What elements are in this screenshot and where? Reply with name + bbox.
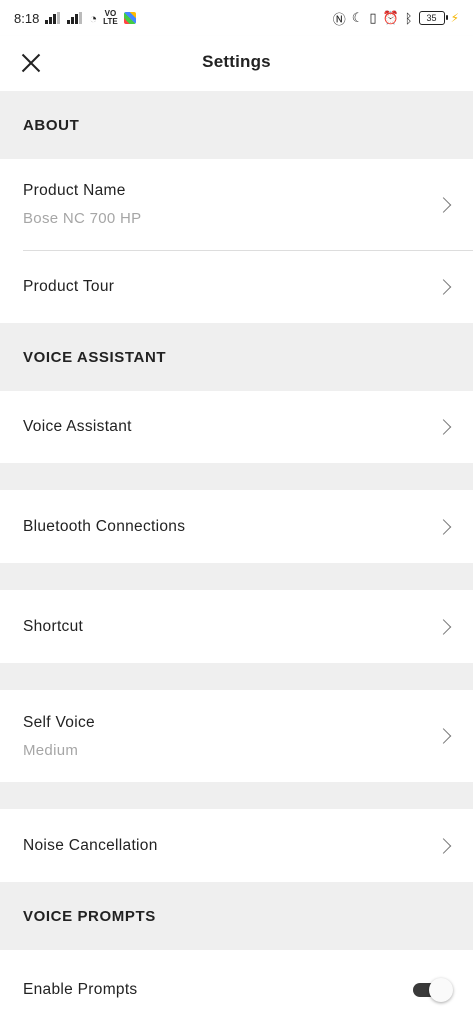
self-voice-label: Self Voice <box>23 713 95 731</box>
top-app-bar: Settings <box>0 36 473 91</box>
nfc-icon: Ⓝ <box>332 11 346 27</box>
voice-assistant-label: Voice Assistant <box>23 418 132 435</box>
spacer <box>0 563 473 590</box>
product-tour-row[interactable]: Product Tour <box>0 251 473 323</box>
shortcut-label: Shortcut <box>23 617 84 635</box>
enable-prompts-label: Enable Prompts <box>23 981 138 998</box>
toggle-knob <box>429 978 453 1002</box>
self-voice-value: Medium <box>23 741 79 759</box>
wifi-icon: ◔ <box>89 10 98 26</box>
voice-assistant-row[interactable]: Voice Assistant <box>0 391 473 463</box>
alarm-icon: ⏰ <box>382 10 399 25</box>
charging-icon: ⚡ <box>450 11 459 25</box>
status-right: Ⓝ ☾ ▯ ⏰ ᛒ 35 ⚡ <box>333 9 459 28</box>
shortcut-row[interactable]: Shortcut <box>0 590 473 663</box>
self-voice-row[interactable]: Self Voice Medium <box>0 690 473 782</box>
bluetooth-connections-row[interactable]: Bluetooth Connections <box>0 490 473 563</box>
battery-icon: 35 <box>418 11 448 25</box>
app-notification-icon <box>123 12 136 24</box>
volte-icon: VO LTE <box>103 9 118 26</box>
bluetooth-icon: ᛒ <box>404 10 413 26</box>
noise-cancellation-label: Noise Cancellation <box>23 836 158 854</box>
bluetooth-connections-label: Bluetooth Connections <box>23 517 186 535</box>
battery-level: 35 <box>426 13 437 23</box>
signal-icon-2 <box>67 12 83 24</box>
product-name-row[interactable]: Product Name Bose NC 700 HP <box>0 159 473 250</box>
spacer <box>0 782 473 809</box>
spacer <box>0 663 473 690</box>
enable-prompts-toggle[interactable] <box>413 978 453 1002</box>
section-voice-prompts: VOICE PROMPTS <box>0 882 473 950</box>
spacer <box>0 463 473 490</box>
settings-list: ABOUT Product Name Bose NC 700 HP Produc… <box>0 91 473 1030</box>
status-time: 8:18 <box>14 10 40 26</box>
status-left: 8:18 ◔ VO LTE <box>14 10 136 26</box>
section-voice-assistant: VOICE ASSISTANT <box>0 323 473 391</box>
product-name-label: Product Name <box>23 182 126 199</box>
page-title: Settings <box>202 52 271 71</box>
section-about: ABOUT <box>0 91 473 159</box>
product-tour-label: Product Tour <box>23 278 115 295</box>
noise-cancellation-row[interactable]: Noise Cancellation <box>0 809 473 882</box>
enable-prompts-row: Enable Prompts <box>0 950 473 1030</box>
status-bar: 8:18 ◔ VO LTE Ⓝ ☾ ▯ ⏰ ᛒ 35 ⚡ <box>0 0 473 36</box>
vibrate-icon: ▯ <box>369 10 377 25</box>
signal-icon <box>45 12 61 24</box>
product-name-value: Bose NC 700 HP <box>23 210 142 227</box>
moon-icon: ☾ <box>351 10 364 25</box>
